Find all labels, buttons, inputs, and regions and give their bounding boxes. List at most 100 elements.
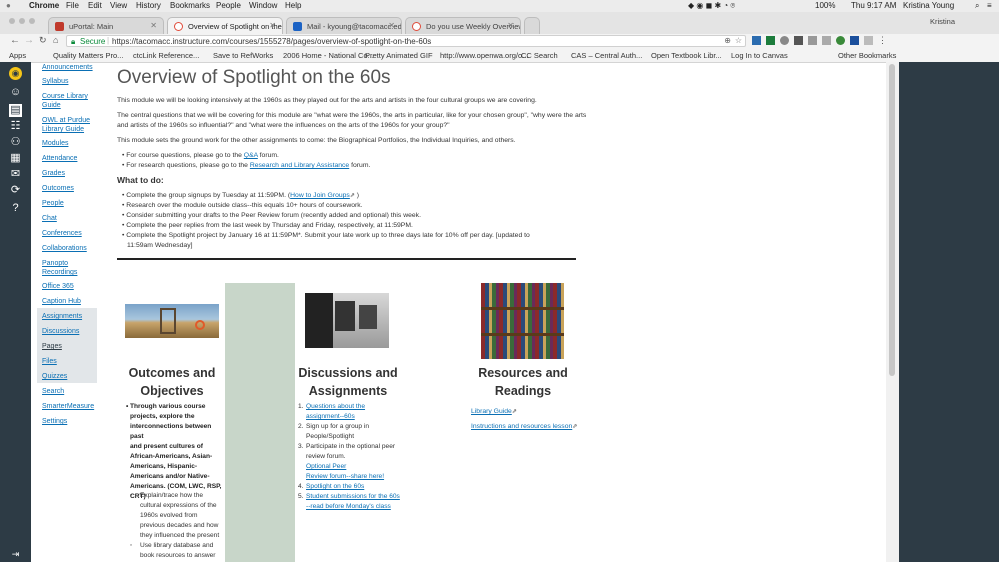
research-forum-link[interactable]: Research and Library Assistance — [250, 162, 349, 169]
user-name[interactable]: Kristina Young — [903, 1, 954, 10]
course-nav-conferences[interactable]: Conferences — [42, 229, 82, 238]
course-nav-chat[interactable]: Chat — [42, 214, 57, 223]
more-menu-icon[interactable]: ⋮ — [878, 35, 887, 46]
extension-icon[interactable] — [780, 36, 789, 45]
course-nav-modules[interactable]: Modules — [42, 139, 68, 148]
course-nav-outcomes[interactable]: Outcomes — [42, 184, 74, 193]
close-tab-icon[interactable]: ✕ — [388, 21, 395, 30]
course-nav-grades[interactable]: Grades — [42, 169, 65, 178]
forward-icon[interactable]: → — [24, 35, 34, 46]
account-icon[interactable]: ☺ — [9, 86, 22, 99]
join-groups-link[interactable]: How to Join Groups — [290, 192, 350, 199]
zoom-window-button[interactable] — [29, 18, 35, 24]
home-icon[interactable]: ⌂ — [53, 35, 58, 45]
tab-overview-spotlight[interactable]: Overview of Spotlight on the ✕ — [167, 17, 283, 34]
spotlight-link[interactable]: Spotlight on the 60s — [306, 482, 408, 492]
bookmark-item[interactable]: ctcLink Reference... — [133, 51, 199, 60]
menu-list-icon[interactable]: ≡ — [987, 1, 992, 10]
extension-icon[interactable] — [850, 36, 859, 45]
profile-name[interactable]: Kristina — [930, 17, 955, 26]
zoom-icon[interactable]: ⊕ — [724, 36, 731, 45]
minimize-window-button[interactable] — [19, 18, 25, 24]
new-tab-button[interactable] — [524, 17, 540, 34]
questions-assignment-link[interactable]: Questions about the assignment--60s — [306, 402, 408, 422]
calendar-icon[interactable]: ▦ — [9, 152, 22, 165]
scrollbar-thumb[interactable] — [889, 64, 895, 376]
app-menu[interactable]: Chrome — [29, 1, 59, 10]
extension-icon[interactable] — [864, 36, 873, 45]
peer-review-link-line[interactable]: Optional Peer — [306, 462, 408, 472]
bookmark-apps[interactable]: Apps — [9, 51, 26, 60]
collapse-nav-icon[interactable]: ⇥ — [9, 548, 22, 561]
tab-mail[interactable]: Mail - kyoung@tacomacc.edu ✕ — [286, 17, 402, 34]
extension-icon[interactable] — [822, 36, 831, 45]
bookmark-item[interactable]: CC Search — [521, 51, 558, 60]
help-icon[interactable]: ? — [9, 202, 22, 215]
menu-bookmarks[interactable]: Bookmarks — [170, 1, 210, 10]
reload-icon[interactable]: ↻ — [39, 35, 47, 46]
library-guide-link[interactable]: Library Guide — [471, 408, 512, 415]
bookmark-item[interactable]: 2006 Home - National Co... — [283, 51, 374, 60]
commons-icon[interactable]: ⟳ — [9, 184, 22, 197]
menu-file[interactable]: File — [66, 1, 79, 10]
back-icon[interactable]: ← — [10, 35, 20, 46]
course-nav-people[interactable]: People — [42, 199, 64, 208]
course-nav-panopto[interactable]: Panopto Recordings — [42, 259, 87, 277]
bookmark-item[interactable]: Open Textbook Libr... — [651, 51, 722, 60]
course-nav-caption-hub[interactable]: Caption Hub — [42, 297, 81, 306]
search-icon[interactable]: ⌕ — [975, 1, 979, 11]
menu-people[interactable]: People — [216, 1, 241, 10]
bookmark-item[interactable]: Quality Matters Pro... — [53, 51, 123, 60]
course-nav-pages[interactable]: Pages — [42, 342, 62, 351]
course-nav-files[interactable]: Files — [42, 357, 57, 366]
student-submissions-link[interactable]: Student submissions for the 60s --read be… — [306, 492, 408, 512]
institution-logo-icon[interactable]: ◉ — [9, 67, 22, 80]
qa-forum-link[interactable]: Q&A — [244, 152, 258, 159]
bookmark-other[interactable]: Other Bookmarks — [838, 51, 896, 60]
course-nav-library-guide[interactable]: Course Library Guide — [42, 92, 97, 110]
extension-icon[interactable] — [836, 36, 845, 45]
close-tab-icon[interactable]: ✕ — [150, 21, 157, 30]
tab-uportal[interactable]: uPortal: Main ✕ — [48, 17, 164, 34]
extension-icon[interactable] — [808, 36, 817, 45]
extension-icon[interactable] — [752, 36, 761, 45]
menu-help[interactable]: Help — [285, 1, 301, 10]
course-nav-syllabus[interactable]: Syllabus — [42, 77, 68, 86]
close-tab-icon[interactable]: ✕ — [507, 21, 514, 30]
course-nav-search[interactable]: Search — [42, 387, 64, 396]
extension-icon[interactable] — [794, 36, 803, 45]
course-nav-smartermeasure[interactable]: SmarterMeasure — [42, 402, 94, 411]
apple-icon[interactable]: ● — [6, 1, 11, 10]
close-window-button[interactable] — [9, 18, 15, 24]
bookmark-item[interactable]: http://www.openwa.org/o... — [440, 51, 528, 60]
menu-edit[interactable]: Edit — [88, 1, 102, 10]
bookmark-item[interactable]: CAS – Central Auth... — [571, 51, 642, 60]
course-nav-attendance[interactable]: Attendance — [42, 154, 77, 163]
extension-icon[interactable] — [766, 36, 775, 45]
bookmark-item[interactable]: Pretty Animated GIF — [365, 51, 433, 60]
address-bar[interactable]: 🔒︎ Secure | https://tacomacc.instructure… — [66, 35, 746, 47]
course-nav-assignments[interactable]: Assignments — [42, 312, 82, 321]
bookmark-star-icon[interactable]: ☆ — [735, 36, 742, 45]
dashboard-icon[interactable]: ▤ — [9, 104, 22, 117]
menu-view[interactable]: View — [110, 1, 127, 10]
course-nav-owl[interactable]: OWL at Purdue Library Guide — [42, 116, 97, 134]
course-nav-quizzes[interactable]: Quizzes — [42, 372, 67, 381]
course-nav-announcements[interactable]: Announcements — [42, 63, 93, 72]
course-nav-office365[interactable]: Office 365 — [42, 282, 74, 291]
groups-icon[interactable]: ⚇ — [9, 136, 22, 149]
course-nav-settings[interactable]: Settings — [42, 417, 67, 426]
close-tab-icon[interactable]: ✕ — [269, 21, 276, 30]
tab-weekly-overview[interactable]: Do you use Weekly Overview ✕ — [405, 17, 521, 34]
url-text[interactable]: https://tacomacc.instructure.com/courses… — [112, 37, 431, 46]
course-nav-collaborations[interactable]: Collaborations — [42, 244, 87, 253]
peer-review-link-line[interactable]: Review forum--share here! — [306, 472, 408, 482]
bookmark-item[interactable]: Log In to Canvas — [731, 51, 788, 60]
course-nav-discussions[interactable]: Discussions — [42, 327, 79, 336]
menu-history[interactable]: History — [136, 1, 161, 10]
inbox-icon[interactable]: ✉ — [9, 168, 22, 181]
instructions-lesson-link[interactable]: Instructions and resources lesson — [471, 423, 572, 430]
bookmark-item[interactable]: Save to RefWorks — [213, 51, 273, 60]
menu-window[interactable]: Window — [249, 1, 277, 10]
courses-icon[interactable]: ☷ — [9, 120, 22, 133]
